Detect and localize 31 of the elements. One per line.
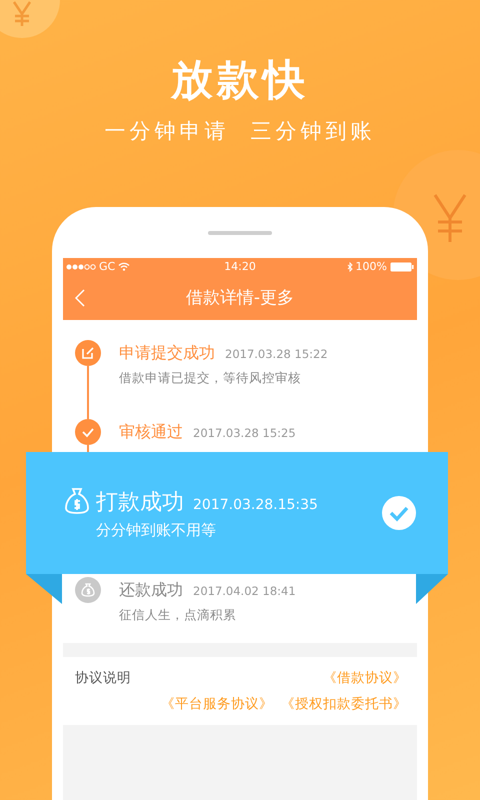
step-time: 2017.04.02 18:41 xyxy=(193,584,296,598)
money-bag-icon xyxy=(64,486,90,514)
yen-coin-icon xyxy=(0,0,60,40)
banner-subtitle: 分分钟到账不用等 xyxy=(96,520,217,540)
step-description: 征信人生，点滴积累 xyxy=(119,607,237,624)
step-title: 还款成功 xyxy=(119,580,183,601)
speaker-slot xyxy=(208,231,272,235)
step-title: 申请提交成功 xyxy=(119,343,215,364)
banner-time: 2017.03.28.15:35 xyxy=(193,496,318,512)
bluetooth-icon xyxy=(346,262,353,272)
step-time: 2017.03.28 15:22 xyxy=(225,347,328,361)
agreement-link[interactable]: 《平台服务协议》 xyxy=(161,695,273,713)
subheadline: 一分钟申请 三分钟到账 xyxy=(104,118,376,144)
page-title: 借款详情-更多 xyxy=(186,287,294,309)
battery-icon xyxy=(390,262,414,272)
status-time: 14:20 xyxy=(224,260,256,273)
agreement-link[interactable]: 《授权扣款委托书》 xyxy=(281,695,407,713)
headline: 放款快 xyxy=(171,56,309,104)
wifi-icon xyxy=(118,262,130,271)
battery-percent: 100% xyxy=(356,260,387,273)
check-icon xyxy=(382,496,416,530)
agreement-label: 协议说明 xyxy=(75,669,131,687)
step-title: 审核通过 xyxy=(119,422,183,443)
timeline-line xyxy=(87,366,89,419)
step-description: 借款申请已提交，等待风控审核 xyxy=(119,370,302,387)
signal-icon xyxy=(66,264,96,270)
step-time: 2017.03.28 15:25 xyxy=(193,426,296,440)
back-icon[interactable] xyxy=(75,288,85,306)
agreement-link[interactable]: 《借款协议》 xyxy=(323,669,407,687)
banner-title: 打款成功 xyxy=(96,488,184,516)
carrier-name: GC xyxy=(99,260,116,273)
